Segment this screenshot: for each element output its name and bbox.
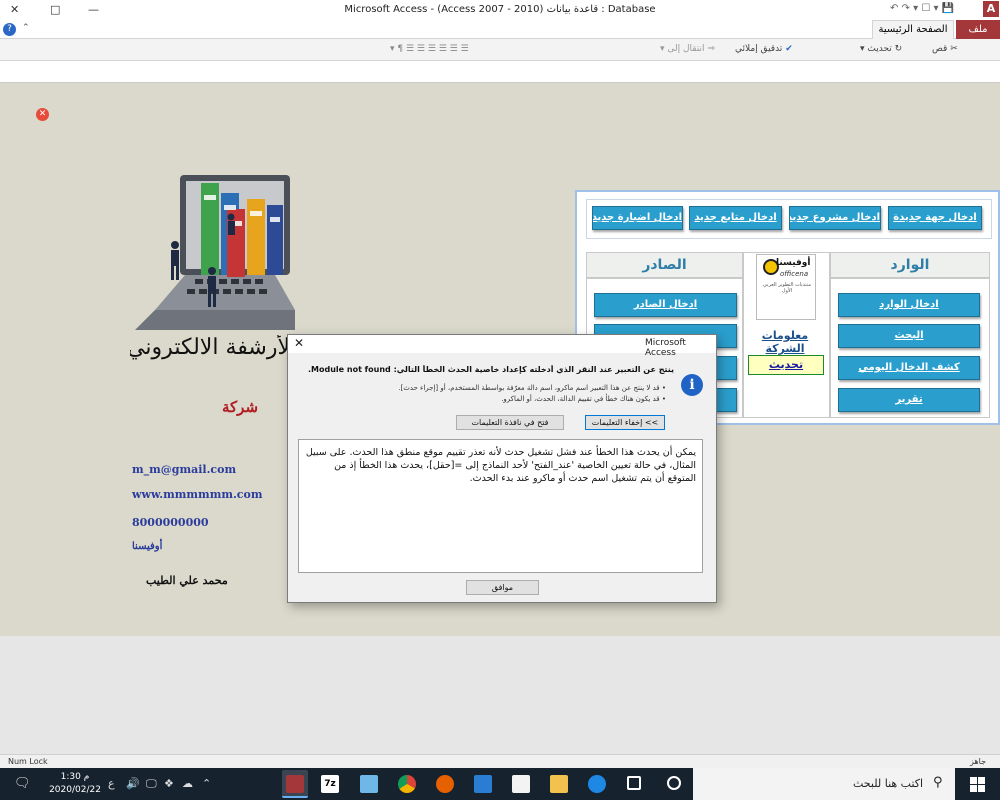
info-icon: i xyxy=(681,374,703,396)
email-text: m_m@gmail.com xyxy=(132,463,237,476)
hide-help-button[interactable]: إخفاء التعليمات << xyxy=(585,415,665,430)
new-file-button[interactable]: ادخال اضبارة جديدة xyxy=(592,206,683,230)
website-text: www.mmmmmm.com xyxy=(132,488,263,501)
volume-icon[interactable]: 🔊 xyxy=(126,777,140,790)
edge-icon[interactable] xyxy=(588,775,606,793)
scissors-icon: ✂ xyxy=(950,44,958,54)
company-info-button[interactable]: معلومات الشركة xyxy=(748,329,822,355)
update-button[interactable]: تحديث xyxy=(748,355,824,375)
dialog-bullet-2-text: قد يكون هناك خطأ في تقييم الدالة، الحدث،… xyxy=(501,395,660,403)
restore-window-button[interactable]: □ xyxy=(50,3,60,16)
dialog-main-message: ينتج عن التعبير عند النقر الذي أدخلته كإ… xyxy=(308,365,674,374)
title-bar: ✕ □ — Microsoft Access - (Access 2007 - … xyxy=(0,0,1000,20)
dialog-details-text: يمكن أن يحدث هذا الخطأ عند فشل تشغيل حدث… xyxy=(298,439,703,573)
spelling-button[interactable]: تدقيق إملائي ✔ xyxy=(735,44,793,54)
refresh-icon: ↻ xyxy=(894,44,903,54)
task-view-icon[interactable] xyxy=(627,776,641,790)
search-box[interactable]: اكتب هنا للبحث ⚲ xyxy=(693,768,955,800)
ribbon-tabs: ? ⌃ الصفحة الرئيسية ملف xyxy=(0,20,1000,40)
clock[interactable]: 1:30 م 2020/02/22 xyxy=(44,771,106,797)
incoming-entry-button[interactable]: ادخال الوارد xyxy=(838,293,980,317)
search-icon: ⚲ xyxy=(933,775,943,790)
num-lock-indicator: Num Lock xyxy=(8,757,48,766)
windows-icon xyxy=(970,777,985,792)
incoming-header: الوارد xyxy=(830,252,990,278)
mail-icon[interactable] xyxy=(474,775,492,793)
firefox-icon[interactable] xyxy=(436,775,454,793)
file-explorer-icon[interactable] xyxy=(550,775,568,793)
collapse-ribbon-icon[interactable]: ⌃ xyxy=(22,23,30,33)
clock-time: 1:30 م xyxy=(60,772,90,782)
app-title: لأرشفة الالكتروني xyxy=(130,335,290,360)
access-icon xyxy=(286,775,304,793)
minimize-window-button[interactable]: — xyxy=(88,3,99,16)
tab-home[interactable]: الصفحة الرئيسية xyxy=(872,20,954,40)
status-text: جاهز xyxy=(970,757,987,766)
new-project-button[interactable]: ادخال مشروع جديد xyxy=(789,206,881,230)
archive-illustration xyxy=(135,175,295,330)
logo-latin: officena xyxy=(780,270,809,278)
access-app-icon: A xyxy=(983,1,999,17)
network-icon[interactable]: 🖵 xyxy=(146,777,157,791)
spelling-icon: ✔ xyxy=(785,44,793,54)
close-window-button[interactable]: ✕ xyxy=(10,3,19,16)
dialog-bullet-1: • قد لا ينتج عن هذا التعبير اسم ماكرو، ا… xyxy=(398,384,666,392)
store-icon[interactable] xyxy=(512,775,530,793)
cut-button[interactable]: قص ✂ xyxy=(932,44,958,54)
report-button[interactable]: تقرير xyxy=(838,388,980,412)
phone-text: 8000000000 xyxy=(132,516,209,529)
start-button[interactable] xyxy=(956,768,1000,800)
cut-label: قص xyxy=(932,44,948,54)
error-dialog: ✕ Microsoft Access i ينتج عن التعبير عند… xyxy=(287,334,717,603)
cortana-icon[interactable] xyxy=(667,776,681,790)
author-name: محمد علي الطيب xyxy=(146,574,228,587)
dialog-caption: Microsoft Access xyxy=(645,338,686,358)
open-help-button[interactable]: فتح في نافذة التعليمات xyxy=(456,415,564,430)
refresh-label: تحديث xyxy=(867,44,892,54)
form-header-strip xyxy=(0,61,1000,83)
goto-label: انتقال إلى xyxy=(667,44,705,54)
daily-report-button[interactable]: كشف الدخال اليومي xyxy=(838,356,980,380)
workspace-bottom xyxy=(0,636,1000,754)
logo-name: أوفيسنا xyxy=(776,258,811,268)
ribbon: ▾ ¶ ☰ ☰ ☰ ☰ ☰ ☰ ▾ انتقال إلى ⇒ تدقيق إمل… xyxy=(0,39,1000,61)
chrome-icon[interactable] xyxy=(398,775,416,793)
window-title: Microsoft Access - (Access 2007 - 2010) … xyxy=(344,4,656,15)
tab-file[interactable]: ملف xyxy=(956,20,1000,39)
new-entity-button[interactable]: ادخال جهة جديدة xyxy=(888,206,982,230)
close-form-icon[interactable]: ✕ xyxy=(36,108,49,121)
company-label: شركة xyxy=(222,398,259,416)
app-icon[interactable] xyxy=(360,775,378,793)
taskbar: 🗨 1:30 م 2020/02/22 ع 🔊 🖵 ❖ ☁ ⌃ 7z اكتب … xyxy=(0,768,1000,800)
refresh-button[interactable]: ▾ تحديث ↻ xyxy=(860,44,902,54)
spelling-label: تدقيق إملائي xyxy=(735,44,783,54)
search-button[interactable]: البحث xyxy=(838,324,980,348)
clock-date: 2020/02/22 xyxy=(49,785,101,795)
outgoing-entry-button[interactable]: ادخال الصادر xyxy=(594,293,737,317)
language-indicator[interactable]: ع xyxy=(108,777,115,790)
brand-text: أوفيسنا xyxy=(132,541,163,552)
7zip-icon[interactable]: 7z xyxy=(321,775,339,793)
logo-tagline: منتديات التطوير العربي الأول xyxy=(762,282,812,294)
notification-icon[interactable]: 🗨 xyxy=(14,776,31,791)
search-placeholder: اكتب هنا للبحث xyxy=(853,777,924,790)
dialog-close-button[interactable]: ✕ xyxy=(294,336,304,350)
new-follower-button[interactable]: ادخال متابع جديد xyxy=(689,206,782,230)
dialog-bullet-2: • قد يكون هناك خطأ في تقييم الدالة، الحد… xyxy=(501,395,666,403)
onedrive-icon[interactable]: ☁ xyxy=(182,777,193,790)
goto-button[interactable]: ▾ انتقال إلى ⇒ xyxy=(660,44,715,54)
help-icon[interactable]: ? xyxy=(3,23,16,36)
dialog-title-bar: ✕ Microsoft Access xyxy=(288,335,716,358)
tray-overflow-icon[interactable]: ⌃ xyxy=(202,777,211,790)
dialog-bullet-1-text: قد لا ينتج عن هذا التعبير اسم ماكرو، اسم… xyxy=(398,384,660,392)
dropbox-icon[interactable]: ❖ xyxy=(164,777,174,790)
status-bar: Num Lock جاهز xyxy=(0,754,1000,768)
ribbon-format-tools[interactable]: ▾ ¶ ☰ ☰ ☰ ☰ ☰ ☰ xyxy=(390,44,469,54)
quick-access-toolbar[interactable]: ↶ ↷ ▾ ☐ ▾ 💾 xyxy=(890,3,954,14)
outgoing-header: الصادر xyxy=(586,252,743,278)
ok-button[interactable]: موافق xyxy=(466,580,539,595)
